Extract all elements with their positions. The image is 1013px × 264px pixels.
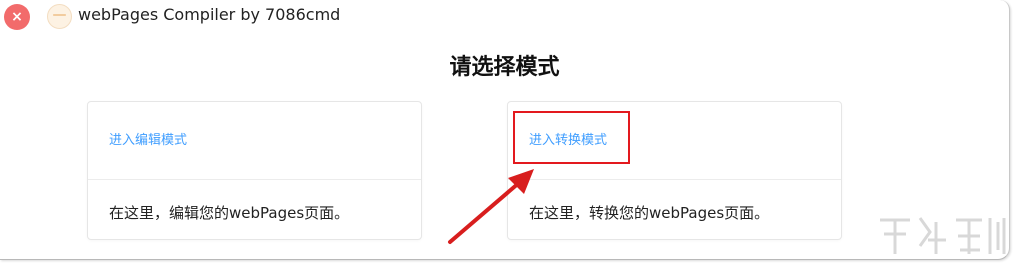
close-button[interactable]: ×	[4, 4, 30, 30]
watermark-logo-icon	[880, 217, 1006, 254]
close-icon: ×	[11, 9, 23, 25]
red-arrow-icon	[448, 169, 534, 244]
annotation-highlight-box	[513, 111, 630, 164]
edit-mode-card: 进入编辑模式 在这里，编辑您的webPages页面。	[87, 101, 422, 240]
page-title: 请选择模式	[449, 55, 560, 80]
convert-mode-description: 在这里，转换您的webPages页面。	[529, 204, 770, 222]
edit-mode-description: 在这里，编辑您的webPages页面。	[109, 204, 350, 222]
minimize-icon: —	[52, 7, 67, 23]
window-title: webPages Compiler by 7086cmd	[78, 5, 341, 24]
card-header: 进入编辑模式	[88, 102, 421, 180]
minimize-button[interactable]: —	[47, 4, 72, 29]
enter-edit-mode-link[interactable]: 进入编辑模式	[109, 131, 187, 151]
